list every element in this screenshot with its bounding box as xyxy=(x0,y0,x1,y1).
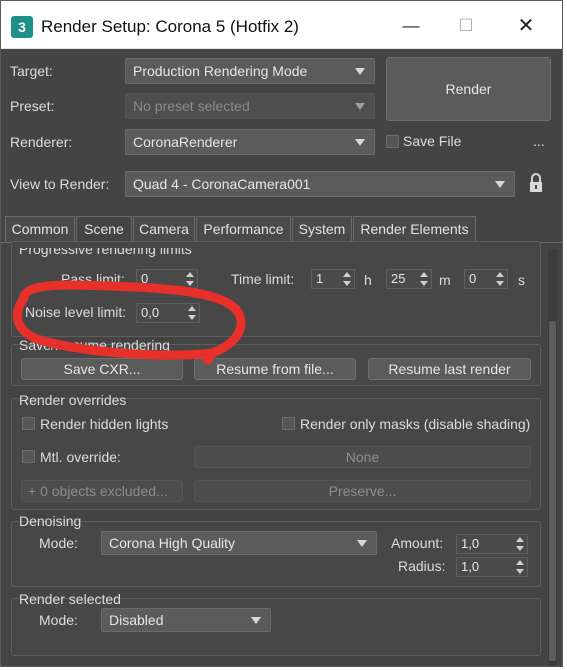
view-to-render-dropdown[interactable]: Quad 4 - CoronaCamera001 xyxy=(125,171,515,197)
spinner-arrows-icon xyxy=(420,272,428,286)
pass-limit-label: Pass limit: xyxy=(61,271,125,287)
spinner-arrows-icon xyxy=(496,272,504,286)
radius-label: Radius: xyxy=(398,558,446,574)
view-value: Quad 4 - CoronaCamera001 xyxy=(133,176,311,192)
render-overrides-title: Render overrides xyxy=(19,392,127,408)
hours-unit: h xyxy=(364,272,372,288)
app-icon-glyph: 3 xyxy=(18,19,26,35)
chevron-down-icon xyxy=(251,617,261,624)
hours-spinner[interactable]: 1 xyxy=(311,269,355,289)
save-cxr-button[interactable]: Save CXR... xyxy=(21,358,183,380)
spinner-arrows-icon xyxy=(516,560,524,574)
3dsmax-app-icon: 3 xyxy=(11,16,33,38)
minutes-unit: m xyxy=(439,272,451,288)
spinner-arrows-icon xyxy=(186,272,194,286)
target-value: Production Rendering Mode xyxy=(133,63,308,79)
close-button[interactable]: ✕ xyxy=(506,11,546,41)
render-selected-mode-dropdown[interactable]: Disabled xyxy=(101,608,271,632)
pass-limit-value: 0 xyxy=(141,271,149,286)
render-button[interactable]: Render xyxy=(386,57,551,121)
amount-label: Amount: xyxy=(391,535,444,551)
render-hidden-lights-label: Render hidden lights xyxy=(40,416,169,432)
tab-render-elements[interactable]: Render Elements xyxy=(353,216,476,243)
hours-value: 1 xyxy=(316,271,324,286)
spinner-arrows-icon xyxy=(188,306,196,320)
mtl-override-material-button[interactable]: None xyxy=(194,446,531,468)
denoising-title: Denoising xyxy=(19,513,82,529)
resume-last-render-button[interactable]: Resume last render xyxy=(368,358,531,380)
render-only-masks-label: Render only masks (disable shading) xyxy=(300,416,531,432)
render-selected-title: Render selected xyxy=(19,591,121,607)
window-title: Render Setup: Corona 5 (Hotfix 2) xyxy=(41,17,299,36)
spinner-arrows-icon xyxy=(343,272,351,286)
amount-value: 1,0 xyxy=(461,536,480,551)
preset-value: No preset selected xyxy=(133,98,250,114)
minimize-button[interactable]: — xyxy=(391,11,431,41)
render-only-masks-checkbox[interactable] xyxy=(282,417,295,430)
render-hidden-lights-checkbox[interactable] xyxy=(22,417,35,430)
radius-value: 1,0 xyxy=(461,559,480,574)
minutes-value: 25 xyxy=(391,271,406,286)
chevron-down-icon xyxy=(357,540,367,547)
view-to-render-label: View to Render: xyxy=(10,176,110,192)
excluded-objects-label: 0 objects excluded... xyxy=(40,483,168,499)
resume-from-file-button[interactable]: Resume from file... xyxy=(194,358,356,380)
preset-label: Preset: xyxy=(10,98,55,114)
renderer-value: CoronaRenderer xyxy=(133,134,238,150)
plus-icon: + xyxy=(28,483,37,499)
seconds-unit: s xyxy=(518,272,525,288)
noise-level-spinner[interactable]: 0,0 xyxy=(136,303,200,323)
renderer-label: Renderer: xyxy=(10,134,73,150)
tab-scene[interactable]: Scene xyxy=(76,216,132,244)
mtl-override-label: Mtl. override: xyxy=(40,449,121,465)
render-selected-mode-value: Disabled xyxy=(109,612,164,628)
seconds-value: 0 xyxy=(469,271,477,286)
chevron-down-icon xyxy=(355,103,365,110)
renderer-dropdown[interactable]: CoronaRenderer xyxy=(125,129,375,155)
title-bar: 3 Render Setup: Corona 5 (Hotfix 2) — ☐ … xyxy=(1,1,562,49)
radius-spinner[interactable]: 1,0 xyxy=(456,557,528,577)
tab-camera[interactable]: Camera xyxy=(133,216,195,243)
noise-level-label: Noise level limit: xyxy=(25,304,127,320)
chevron-down-icon xyxy=(355,139,365,146)
tab-system[interactable]: System xyxy=(292,216,352,243)
maximize-button[interactable]: ☐ xyxy=(446,11,486,41)
progressive-rendering-title: Progressive rendering limits xyxy=(19,248,192,258)
tab-performance[interactable]: Performance xyxy=(196,216,291,243)
render-selected-mode-label: Mode: xyxy=(39,612,78,628)
preset-dropdown[interactable]: No preset selected xyxy=(125,93,375,119)
time-limit-label: Time limit: xyxy=(231,271,295,287)
progressive-title-text: Progressive rendering limits xyxy=(19,248,192,257)
spinner-arrows-icon xyxy=(516,537,524,551)
denoising-mode-value: Corona High Quality xyxy=(109,535,236,551)
scrollbar-thumb[interactable] xyxy=(549,321,556,661)
mtl-override-checkbox[interactable] xyxy=(22,450,35,463)
chevron-down-icon xyxy=(355,68,365,75)
noise-level-value: 0,0 xyxy=(141,305,160,320)
excluded-objects-button[interactable]: + 0 objects excluded... xyxy=(21,480,183,502)
preserve-button[interactable]: Preserve... xyxy=(194,480,531,502)
denoising-mode-label: Mode: xyxy=(39,535,78,551)
save-file-checkbox[interactable] xyxy=(386,135,399,148)
chevron-down-icon xyxy=(495,181,505,188)
seconds-spinner[interactable]: 0 xyxy=(464,269,508,289)
more-options-button[interactable]: ... xyxy=(533,133,545,149)
save-file-label: Save File xyxy=(403,133,462,149)
target-dropdown[interactable]: Production Rendering Mode xyxy=(125,58,375,84)
amount-spinner[interactable]: 1,0 xyxy=(456,534,528,554)
pass-limit-spinner[interactable]: 0 xyxy=(136,269,198,289)
minutes-spinner[interactable]: 25 xyxy=(386,269,432,289)
save-resume-title: Save/Resume rendering xyxy=(19,337,170,353)
tab-common[interactable]: Common xyxy=(5,216,75,243)
render-setup-window: 3 Render Setup: Corona 5 (Hotfix 2) — ☐ … xyxy=(0,0,563,667)
lock-icon[interactable] xyxy=(529,172,543,194)
target-label: Target: xyxy=(10,63,53,79)
denoising-mode-dropdown[interactable]: Corona High Quality xyxy=(101,531,377,555)
